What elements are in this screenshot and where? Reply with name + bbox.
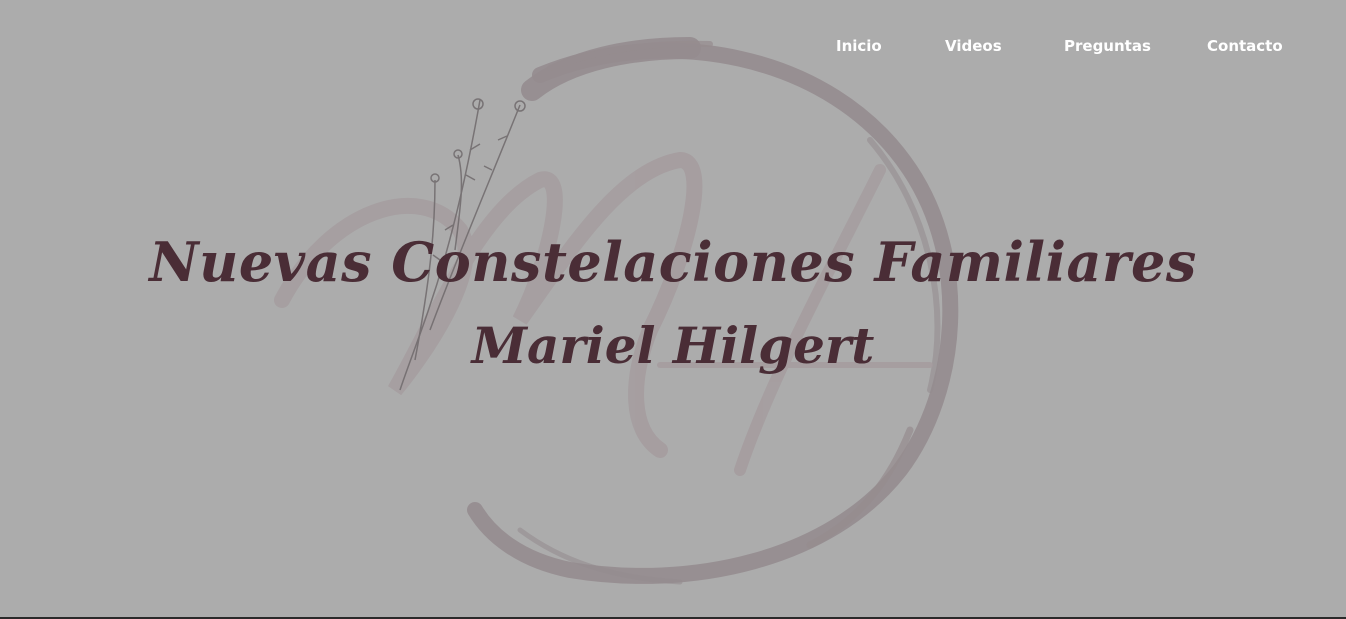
nav-link-videos[interactable]: Videos [945, 36, 1002, 56]
hero-title: Nuevas Constelaciones Familiares [149, 230, 1197, 294]
nav-link-inicio[interactable]: Inicio [836, 36, 882, 56]
main-navigation: Inicio Videos Preguntas Contacto [0, 36, 1346, 60]
hero-subtitle: Mariel Hilgert [471, 316, 875, 375]
nav-link-preguntas[interactable]: Preguntas [1064, 36, 1151, 56]
nav-link-contacto[interactable]: Contacto [1207, 36, 1283, 56]
page: Inicio Videos Preguntas Contacto Nuevas … [0, 0, 1346, 619]
